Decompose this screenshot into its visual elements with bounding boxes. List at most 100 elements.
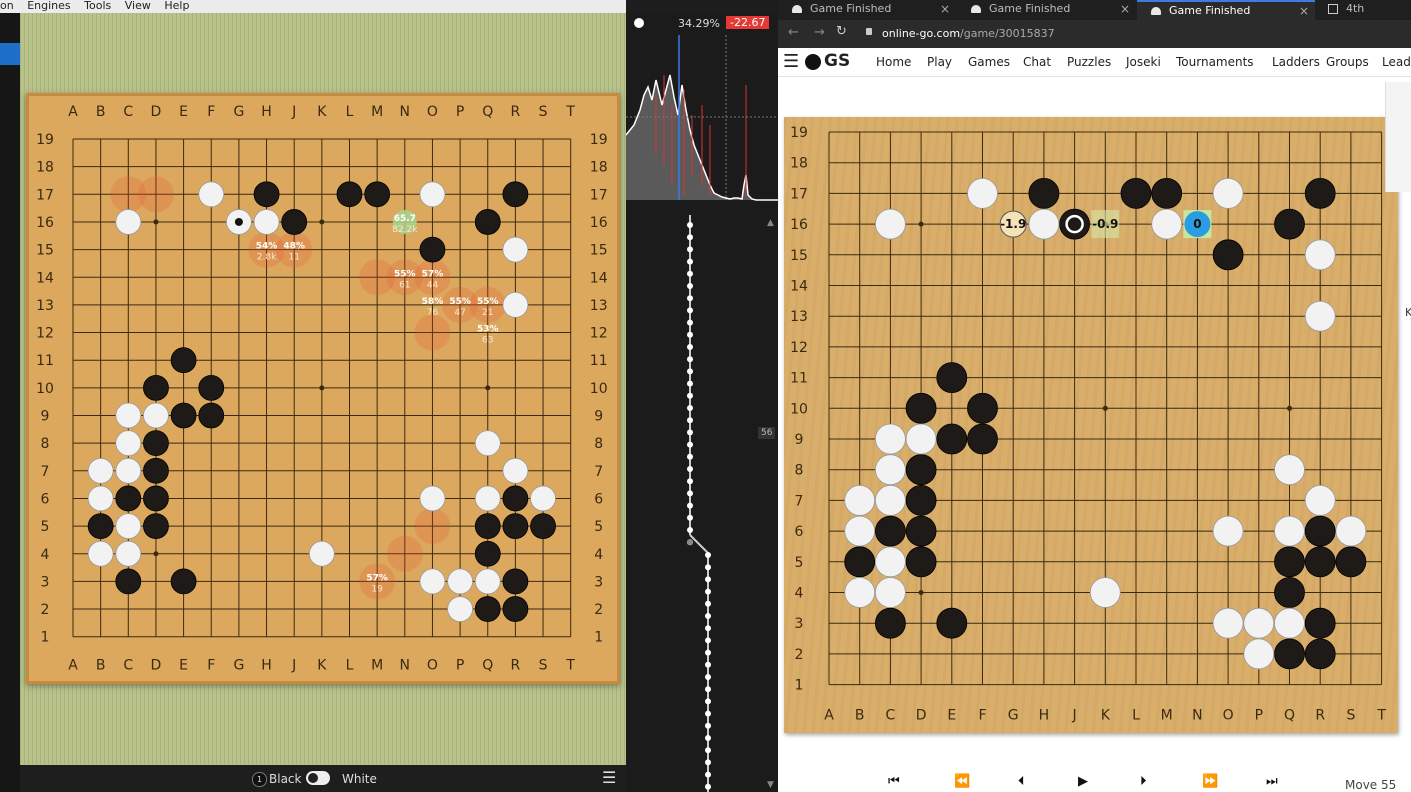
move-dot[interactable] (687, 392, 693, 399)
white-stone[interactable] (253, 209, 280, 235)
nav-tournaments[interactable]: Tournaments (1176, 55, 1254, 69)
white-stone[interactable] (875, 208, 906, 240)
move-dot[interactable] (687, 466, 693, 472)
move-dot[interactable] (705, 564, 711, 571)
move-dot[interactable] (687, 380, 693, 387)
white-stone[interactable] (447, 596, 474, 622)
black-stone[interactable] (1304, 638, 1336, 670)
move-dot[interactable] (687, 246, 693, 253)
move-dot[interactable] (705, 600, 711, 607)
analysis-board-svg[interactable]: AABBCCDDEEFFGGHHJJKKLLMMNNOOPPQQRRSSTT19… (29, 96, 617, 681)
white-stone[interactable] (967, 178, 998, 209)
black-stone[interactable] (143, 513, 169, 540)
white-stone[interactable] (502, 457, 529, 484)
white-stone[interactable] (474, 568, 501, 595)
previous-move-icon[interactable]: ⏴ (1018, 774, 1025, 789)
move-dot[interactable] (687, 441, 693, 448)
black-stone[interactable] (502, 485, 529, 512)
black-stone[interactable] (502, 181, 529, 208)
black-stone[interactable] (1274, 577, 1305, 608)
move-dot[interactable] (687, 283, 693, 289)
white-stone[interactable] (419, 181, 446, 208)
next-move-icon[interactable]: ⏵ (1140, 774, 1147, 789)
black-stone[interactable] (502, 513, 529, 540)
url-input[interactable]: online-go.com/game/30015837 (882, 27, 1055, 40)
white-stone[interactable] (447, 568, 474, 595)
white-stone[interactable] (1212, 515, 1244, 547)
white-stone[interactable] (87, 485, 114, 512)
move-dot[interactable] (687, 527, 693, 533)
black-stone[interactable] (474, 209, 501, 235)
black-stone[interactable] (1304, 178, 1336, 209)
move-dot[interactable] (705, 759, 711, 766)
black-stone[interactable] (143, 374, 169, 401)
game-board-svg[interactable]: A B C D E F G H J K L M N O P Q R S T191817161514131211109… (784, 117, 1398, 733)
white-stone[interactable] (419, 485, 446, 512)
white-stone[interactable] (875, 454, 906, 486)
black-stone[interactable] (474, 540, 501, 567)
move-dot[interactable] (687, 234, 693, 241)
move-dot[interactable] (705, 576, 711, 583)
move-dot[interactable] (705, 686, 711, 693)
black-stone[interactable] (170, 347, 197, 374)
white-stone[interactable] (844, 484, 876, 516)
move-dot[interactable] (705, 674, 711, 680)
white-stone[interactable] (1243, 607, 1275, 639)
player-toggle[interactable] (306, 771, 330, 785)
move-dot[interactable] (687, 429, 693, 436)
black-stone[interactable] (936, 423, 968, 455)
white-stone[interactable] (1335, 515, 1367, 547)
move-dot[interactable] (687, 356, 693, 363)
white-stone[interactable] (875, 423, 906, 455)
white-stone[interactable] (844, 515, 876, 547)
black-stone[interactable] (936, 607, 968, 639)
white-stone[interactable] (308, 540, 335, 567)
white-stone[interactable] (115, 430, 142, 457)
browser-tab[interactable]: Game Finished × (778, 0, 956, 20)
move-dot[interactable] (687, 453, 693, 460)
black-stone[interactable] (905, 454, 937, 486)
white-stone[interactable] (875, 577, 906, 608)
nav-joseki[interactable]: Joseki (1126, 55, 1161, 69)
black-stone[interactable] (502, 568, 529, 595)
white-stone[interactable] (115, 513, 142, 540)
close-tab-icon[interactable]: × (1120, 0, 1130, 18)
white-stone[interactable] (87, 540, 114, 567)
reload-icon[interactable]: ↻ (836, 24, 847, 39)
forward-icon[interactable]: → (814, 25, 825, 40)
move-dot[interactable] (705, 649, 711, 656)
white-stone[interactable] (502, 236, 529, 263)
black-stone[interactable] (905, 484, 937, 516)
browser-tab[interactable]: Game Finished × (957, 0, 1136, 20)
menu-engines[interactable]: Engines (27, 0, 70, 12)
move-dot[interactable] (687, 514, 693, 521)
white-stone[interactable] (1151, 208, 1183, 240)
move-dot[interactable] (705, 625, 711, 632)
black-stone[interactable] (905, 515, 937, 547)
white-stone[interactable] (1274, 454, 1305, 486)
black-stone[interactable] (115, 568, 142, 595)
move-dot[interactable] (705, 613, 711, 619)
move-dot[interactable] (705, 722, 711, 729)
black-stone[interactable] (1304, 607, 1336, 639)
black-stone[interactable] (336, 181, 363, 208)
move-dot[interactable] (705, 637, 711, 644)
white-stone[interactable] (474, 485, 501, 512)
move-dot[interactable] (687, 319, 693, 326)
move-dot[interactable] (705, 698, 711, 705)
analysis-board[interactable]: A A B B C C D D E E F F G G H H J J K K L L M M N N O O P P Q Q R R S S T T 19… (26, 93, 620, 684)
move-dot[interactable] (687, 344, 693, 350)
move-dot[interactable] (705, 661, 711, 668)
white-stone[interactable] (1274, 607, 1305, 639)
black-stone[interactable] (1304, 515, 1336, 547)
black-stone[interactable] (143, 457, 169, 484)
white-stone[interactable] (419, 568, 446, 595)
black-stone[interactable] (198, 402, 225, 429)
move-dot[interactable] (705, 588, 711, 595)
ogs-logo-icon[interactable] (805, 54, 821, 70)
move-dot[interactable] (687, 270, 693, 277)
move-dot[interactable] (705, 710, 711, 717)
move-dot[interactable] (687, 368, 693, 375)
move-dot[interactable] (687, 307, 693, 314)
white-stone[interactable] (502, 291, 529, 318)
